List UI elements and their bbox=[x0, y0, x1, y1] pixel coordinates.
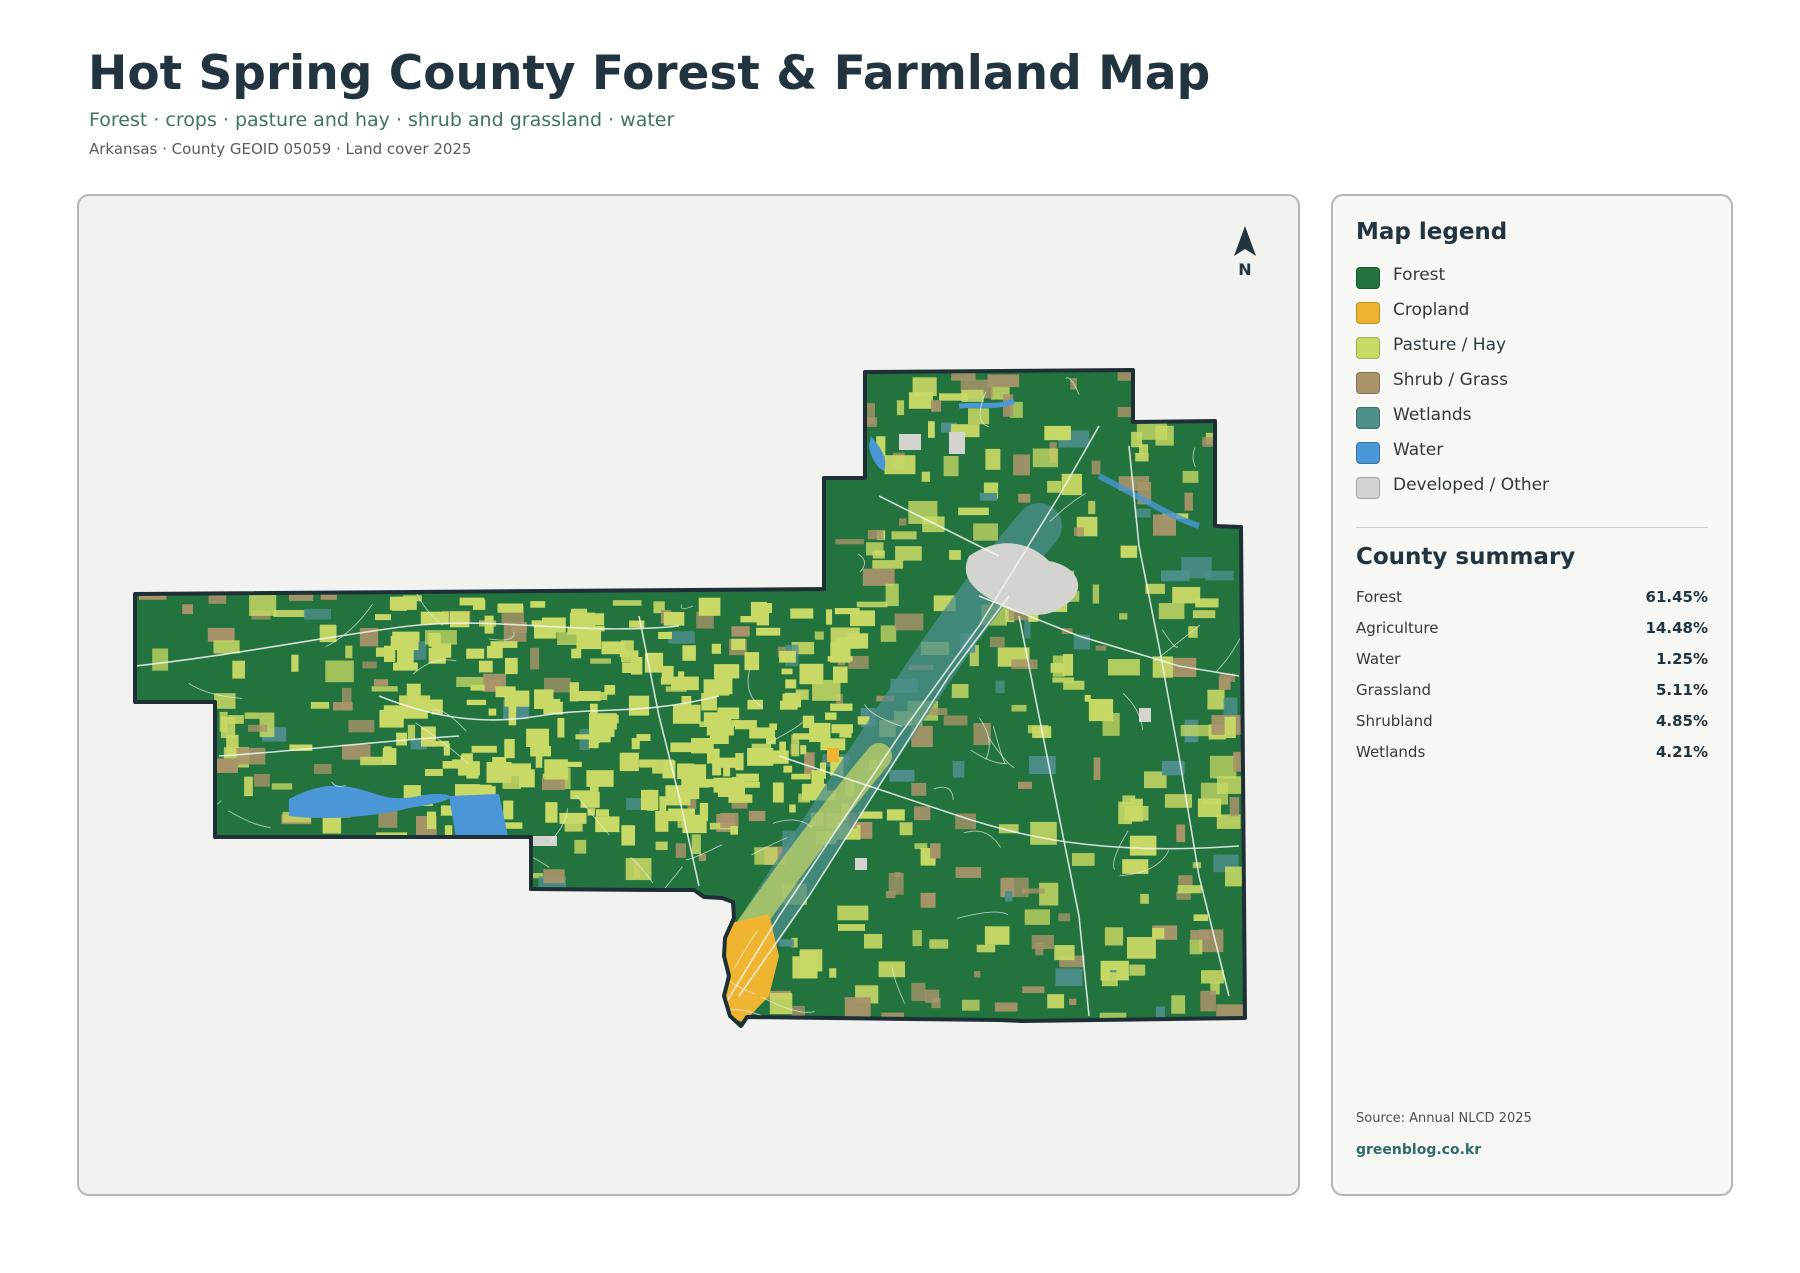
panel-divider bbox=[1356, 527, 1708, 528]
page-title: Hot Spring County Forest & Farmland Map bbox=[88, 46, 1211, 101]
legend-label: Forest bbox=[1393, 265, 1446, 285]
summary-label: Grassland bbox=[1356, 681, 1431, 699]
legend-swatch bbox=[1356, 337, 1380, 359]
legend-title: Map legend bbox=[1356, 219, 1508, 245]
summary-value: 61.45% bbox=[1645, 588, 1708, 606]
summary-label: Wetlands bbox=[1356, 743, 1426, 761]
summary-row-shrubland: Shrubland 4.85% bbox=[1356, 712, 1708, 732]
north-arrow-icon bbox=[1234, 226, 1256, 256]
legend-label: Developed / Other bbox=[1393, 475, 1550, 495]
summary-row-grassland: Grassland 5.11% bbox=[1356, 681, 1708, 701]
page-meta: Arkansas · County GEOID 05059 · Land cov… bbox=[89, 140, 472, 158]
summary-label: Agriculture bbox=[1356, 619, 1439, 637]
legend-label: Shrub / Grass bbox=[1393, 370, 1508, 390]
legend-label: Cropland bbox=[1393, 300, 1470, 320]
side-panel: Map legend Forest Cropland Pasture / Hay… bbox=[1331, 194, 1733, 1196]
page-subtitle: Forest · crops · pasture and hay · shrub… bbox=[89, 109, 675, 131]
north-arrow: N bbox=[1225, 224, 1265, 279]
map-panel[interactable] bbox=[77, 194, 1300, 1196]
summary-row-water: Water 1.25% bbox=[1356, 650, 1708, 670]
legend-swatch bbox=[1356, 267, 1380, 289]
legend-label: Pasture / Hay bbox=[1393, 335, 1507, 355]
land-cover-layer bbox=[135, 370, 1245, 1026]
legend-label: Water bbox=[1393, 440, 1444, 460]
legend-label: Wetlands bbox=[1393, 405, 1472, 425]
legend-swatch bbox=[1356, 372, 1380, 394]
north-label: N bbox=[1238, 260, 1252, 279]
site-credit[interactable]: greenblog.co.kr bbox=[1356, 1142, 1481, 1158]
legend-swatch bbox=[1356, 407, 1380, 429]
summary-row-agriculture: Agriculture 14.48% bbox=[1356, 619, 1708, 639]
source-note: Source: Annual NLCD 2025 bbox=[1356, 1111, 1532, 1126]
summary-value: 14.48% bbox=[1645, 619, 1708, 637]
county-map[interactable] bbox=[79, 196, 1300, 1196]
summary-label: Water bbox=[1356, 650, 1401, 668]
legend-swatch bbox=[1356, 302, 1380, 324]
summary-label: Forest bbox=[1356, 588, 1403, 606]
summary-row-forest: Forest 61.45% bbox=[1356, 588, 1708, 608]
legend-swatch bbox=[1356, 477, 1380, 499]
summary-value: 4.85% bbox=[1655, 712, 1708, 730]
summary-label: Shrubland bbox=[1356, 712, 1433, 730]
summary-title: County summary bbox=[1356, 544, 1576, 570]
summary-row-wetlands: Wetlands 4.21% bbox=[1356, 743, 1708, 763]
legend-swatch bbox=[1356, 442, 1380, 464]
summary-value: 4.21% bbox=[1655, 743, 1708, 761]
summary-value: 1.25% bbox=[1655, 650, 1708, 668]
summary-value: 5.11% bbox=[1655, 681, 1708, 699]
